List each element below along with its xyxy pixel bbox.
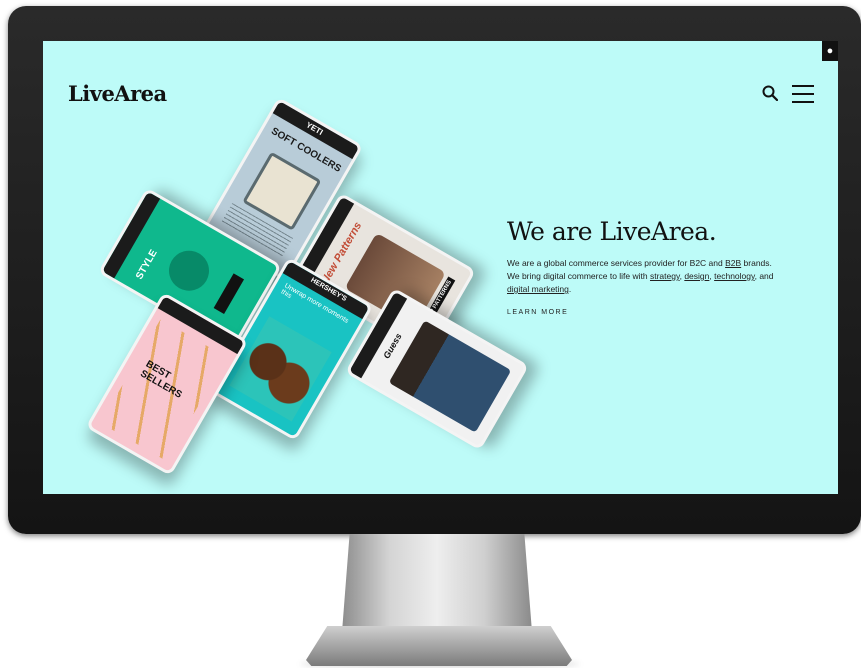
green-product-image — [161, 243, 217, 299]
b2b-link[interactable]: B2B — [725, 258, 741, 268]
hero-desc-text: We are a global commerce services provid… — [507, 258, 726, 268]
denim-model-image — [388, 320, 512, 433]
website-screen: ● LiveArea YETI SOFT COOLERS STYLE New P… — [43, 41, 838, 494]
digital-marketing-link[interactable]: digital marketing — [507, 284, 569, 294]
strategy-link[interactable]: strategy — [650, 271, 680, 281]
chocolate-kisses-image — [229, 316, 332, 422]
hero-desc-text: . — [568, 284, 572, 294]
hero-title: We are LiveArea. — [507, 217, 717, 246]
hero-description: We are a global commerce services provid… — [507, 257, 777, 296]
hero-desc-text: , and — [754, 271, 774, 281]
green-cta[interactable] — [213, 273, 245, 315]
green-headline: STYLE — [134, 248, 160, 282]
learn-more-link[interactable]: LEARN MORE — [507, 309, 568, 316]
monitor-stand-base — [306, 626, 572, 666]
design-link[interactable]: design — [684, 271, 709, 281]
monitor-stand-neck — [342, 534, 532, 632]
technology-link[interactable]: technology — [714, 271, 754, 281]
